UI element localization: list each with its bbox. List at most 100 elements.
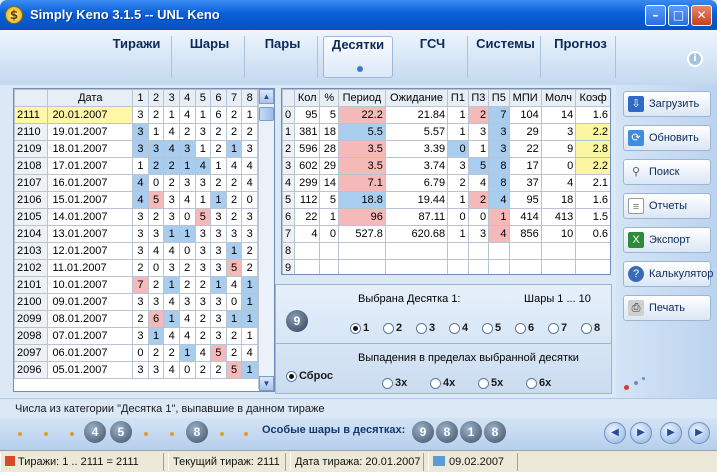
draws-cell: 3 <box>225 225 243 243</box>
tab-pairs[interactable]: Пары <box>248 36 318 78</box>
table-row[interactable]: 2108 17.01.2007 1 2 2 1 4 1 4 4 <box>14 157 258 175</box>
table-row[interactable]: 2110 19.01.2007 3 1 4 2 3 2 2 2 <box>14 123 258 141</box>
ten-radio-3[interactable]: 3 <box>416 322 435 334</box>
table-row[interactable]: 7 4 0 527.8 620.68 1 3 4 856 10 0.6 <box>282 225 610 243</box>
table-row[interactable]: 5 112 5 18.8 19.44 1 2 4 95 18 1.6 <box>282 191 610 209</box>
table-row[interactable]: 2102 11.01.2007 2 0 3 2 3 3 5 2 <box>14 259 258 277</box>
scroll-up-button[interactable]: ▲ <box>259 89 274 104</box>
table-row[interactable]: 2096 05.01.2007 3 3 4 0 2 2 5 1 <box>14 361 258 379</box>
tab-rng[interactable]: ГСЧ <box>398 36 468 78</box>
forward-button[interactable]: ▶ <box>688 422 710 444</box>
tens-cell: 2.1 <box>575 174 610 192</box>
load-button[interactable]: ⇩ Загрузить <box>623 91 711 117</box>
ten-radio-7[interactable]: 7 <box>548 322 567 334</box>
draws-cell: 2 <box>147 276 165 294</box>
reset-radio-dot[interactable] <box>286 370 297 382</box>
minimize-button[interactable]: – <box>645 5 666 26</box>
tens-header-cell: П1 <box>447 89 469 107</box>
draws-cell: 15.01.2007 <box>47 191 134 209</box>
table-row[interactable]: 9 <box>282 259 610 274</box>
radio-dot[interactable] <box>581 322 592 334</box>
reset-radio[interactable]: Сброс <box>286 370 333 382</box>
radio-dot[interactable] <box>416 322 427 334</box>
radio-dot[interactable] <box>482 322 493 334</box>
radio-dot[interactable] <box>526 377 537 389</box>
table-row[interactable]: 2 596 28 3.5 3.39 0 1 3 22 9 2.8 <box>282 140 610 158</box>
radio-dot[interactable] <box>350 322 361 334</box>
draws-cell: 1 <box>241 327 258 345</box>
ten-radio-2[interactable]: 2 <box>383 322 402 334</box>
table-row[interactable]: 6 22 1 96 87.11 0 0 1 414 413 1.5 <box>282 208 610 226</box>
calculator-button[interactable]: ? Калькулятор <box>623 261 713 287</box>
table-row[interactable]: 4 299 14 7.1 6.79 2 4 8 37 4 2.1 <box>282 174 610 192</box>
draws-cell: 14.01.2007 <box>47 208 134 226</box>
table-row[interactable]: 2100 09.01.2007 3 3 4 3 3 3 0 1 <box>14 293 258 311</box>
ten-radio-1[interactable]: 1 <box>350 322 369 334</box>
tab-balls[interactable]: Шары <box>175 36 245 78</box>
ten-radio-4[interactable]: 4 <box>449 322 468 334</box>
play-button[interactable]: ▶ <box>660 422 682 444</box>
tens-cell: 4 <box>467 174 490 192</box>
table-row[interactable]: 2107 16.01.2007 4 0 2 3 3 2 2 4 <box>14 174 258 192</box>
table-row[interactable]: 8 <box>282 242 610 260</box>
table-row[interactable]: 0 95 5 22.2 21.84 1 2 7 104 14 1.6 <box>282 106 610 124</box>
table-row[interactable]: 2098 07.01.2007 3 1 4 4 2 3 2 1 <box>14 327 258 345</box>
drops-radio-5x[interactable]: 5x <box>478 377 503 389</box>
status-current: Текущий тираж: 2111 <box>168 453 286 471</box>
scroll-thumb[interactable] <box>259 107 274 121</box>
table-row[interactable]: 2097 06.01.2007 0 2 2 1 4 5 2 4 <box>14 344 258 362</box>
radio-dot[interactable] <box>515 322 526 334</box>
table-row[interactable]: 2101 10.01.2007 7 2 1 2 2 1 4 1 <box>14 276 258 294</box>
draws-header-cell <box>14 89 49 107</box>
close-button[interactable]: ✕ <box>691 5 712 26</box>
tab-forecast[interactable]: Прогноз <box>546 36 616 78</box>
print-button[interactable]: ⎙ Печать <box>623 295 711 321</box>
next-small-button[interactable]: ▶ <box>630 422 652 444</box>
tens-cell: 87.11 <box>384 208 449 226</box>
draws-scrollbar[interactable]: ▲ ▼ <box>258 89 274 391</box>
table-row[interactable]: 2111 20.01.2007 3 2 1 4 1 6 2 1 <box>14 106 258 124</box>
previous-button[interactable]: ◀ <box>604 422 626 444</box>
table-row[interactable]: 2099 08.01.2007 2 6 1 4 2 3 1 1 <box>14 310 258 328</box>
tens-cell: 5 <box>282 191 295 209</box>
drops-radio-3x[interactable]: 3x <box>382 377 407 389</box>
table-row[interactable]: 2106 15.01.2007 4 5 3 4 1 1 2 0 <box>14 191 258 209</box>
maximize-button[interactable]: □ <box>668 5 689 26</box>
table-row[interactable]: 2104 13.01.2007 3 3 1 1 3 3 3 3 <box>14 225 258 243</box>
table-row[interactable]: 2103 12.01.2007 3 4 4 0 3 3 1 2 <box>14 242 258 260</box>
tab-systems[interactable]: Системы <box>471 36 541 78</box>
radio-dot[interactable] <box>478 377 489 389</box>
table-row[interactable]: 2105 14.01.2007 3 2 3 0 5 3 2 3 <box>14 208 258 226</box>
drops-radio-6x[interactable]: 6x <box>526 377 551 389</box>
tab-draws[interactable]: Тиражи <box>102 36 172 78</box>
divider <box>276 343 611 344</box>
table-row[interactable]: 3 602 29 3.5 3.74 3 5 8 17 0 2.2 <box>282 157 610 175</box>
ten-radio-6[interactable]: 6 <box>515 322 534 334</box>
radio-dot[interactable] <box>383 322 394 334</box>
export-button[interactable]: X Экспорт <box>623 227 711 253</box>
drops-radio-4x[interactable]: 4x <box>430 377 455 389</box>
refresh-button[interactable]: ⟳ Обновить <box>623 125 711 151</box>
radio-dot[interactable] <box>430 377 441 389</box>
active-tab-dot <box>357 66 363 72</box>
scroll-down-button[interactable]: ▼ <box>259 376 274 391</box>
draws-cell: 11.01.2007 <box>47 259 134 277</box>
reports-button[interactable]: ≡ Отчеты <box>623 193 711 219</box>
tens-cell: 3 <box>447 157 469 175</box>
search-button[interactable]: ⚲ Поиск <box>623 159 711 185</box>
ten-radio-5[interactable]: 5 <box>482 322 501 334</box>
radio-dot[interactable] <box>548 322 559 334</box>
tens-cell: 2 <box>447 174 469 192</box>
tens-cell: 3 <box>467 123 490 141</box>
info-icon[interactable]: i <box>687 51 703 67</box>
special-ball: 1 <box>460 421 482 443</box>
table-row[interactable]: 1 381 18 5.5 5.57 1 3 3 29 3 2.2 <box>282 123 610 141</box>
tens-cell: 7 <box>282 225 295 243</box>
table-row[interactable]: 2109 18.01.2007 3 3 4 3 1 2 1 3 <box>14 140 258 158</box>
draws-cell: 2 <box>225 208 243 226</box>
draws-cell: 3 <box>194 225 212 243</box>
tab-tens[interactable]: Десятки <box>323 36 393 78</box>
radio-dot[interactable] <box>449 322 460 334</box>
ten-radio-8[interactable]: 8 <box>581 322 600 334</box>
radio-dot[interactable] <box>382 377 393 389</box>
